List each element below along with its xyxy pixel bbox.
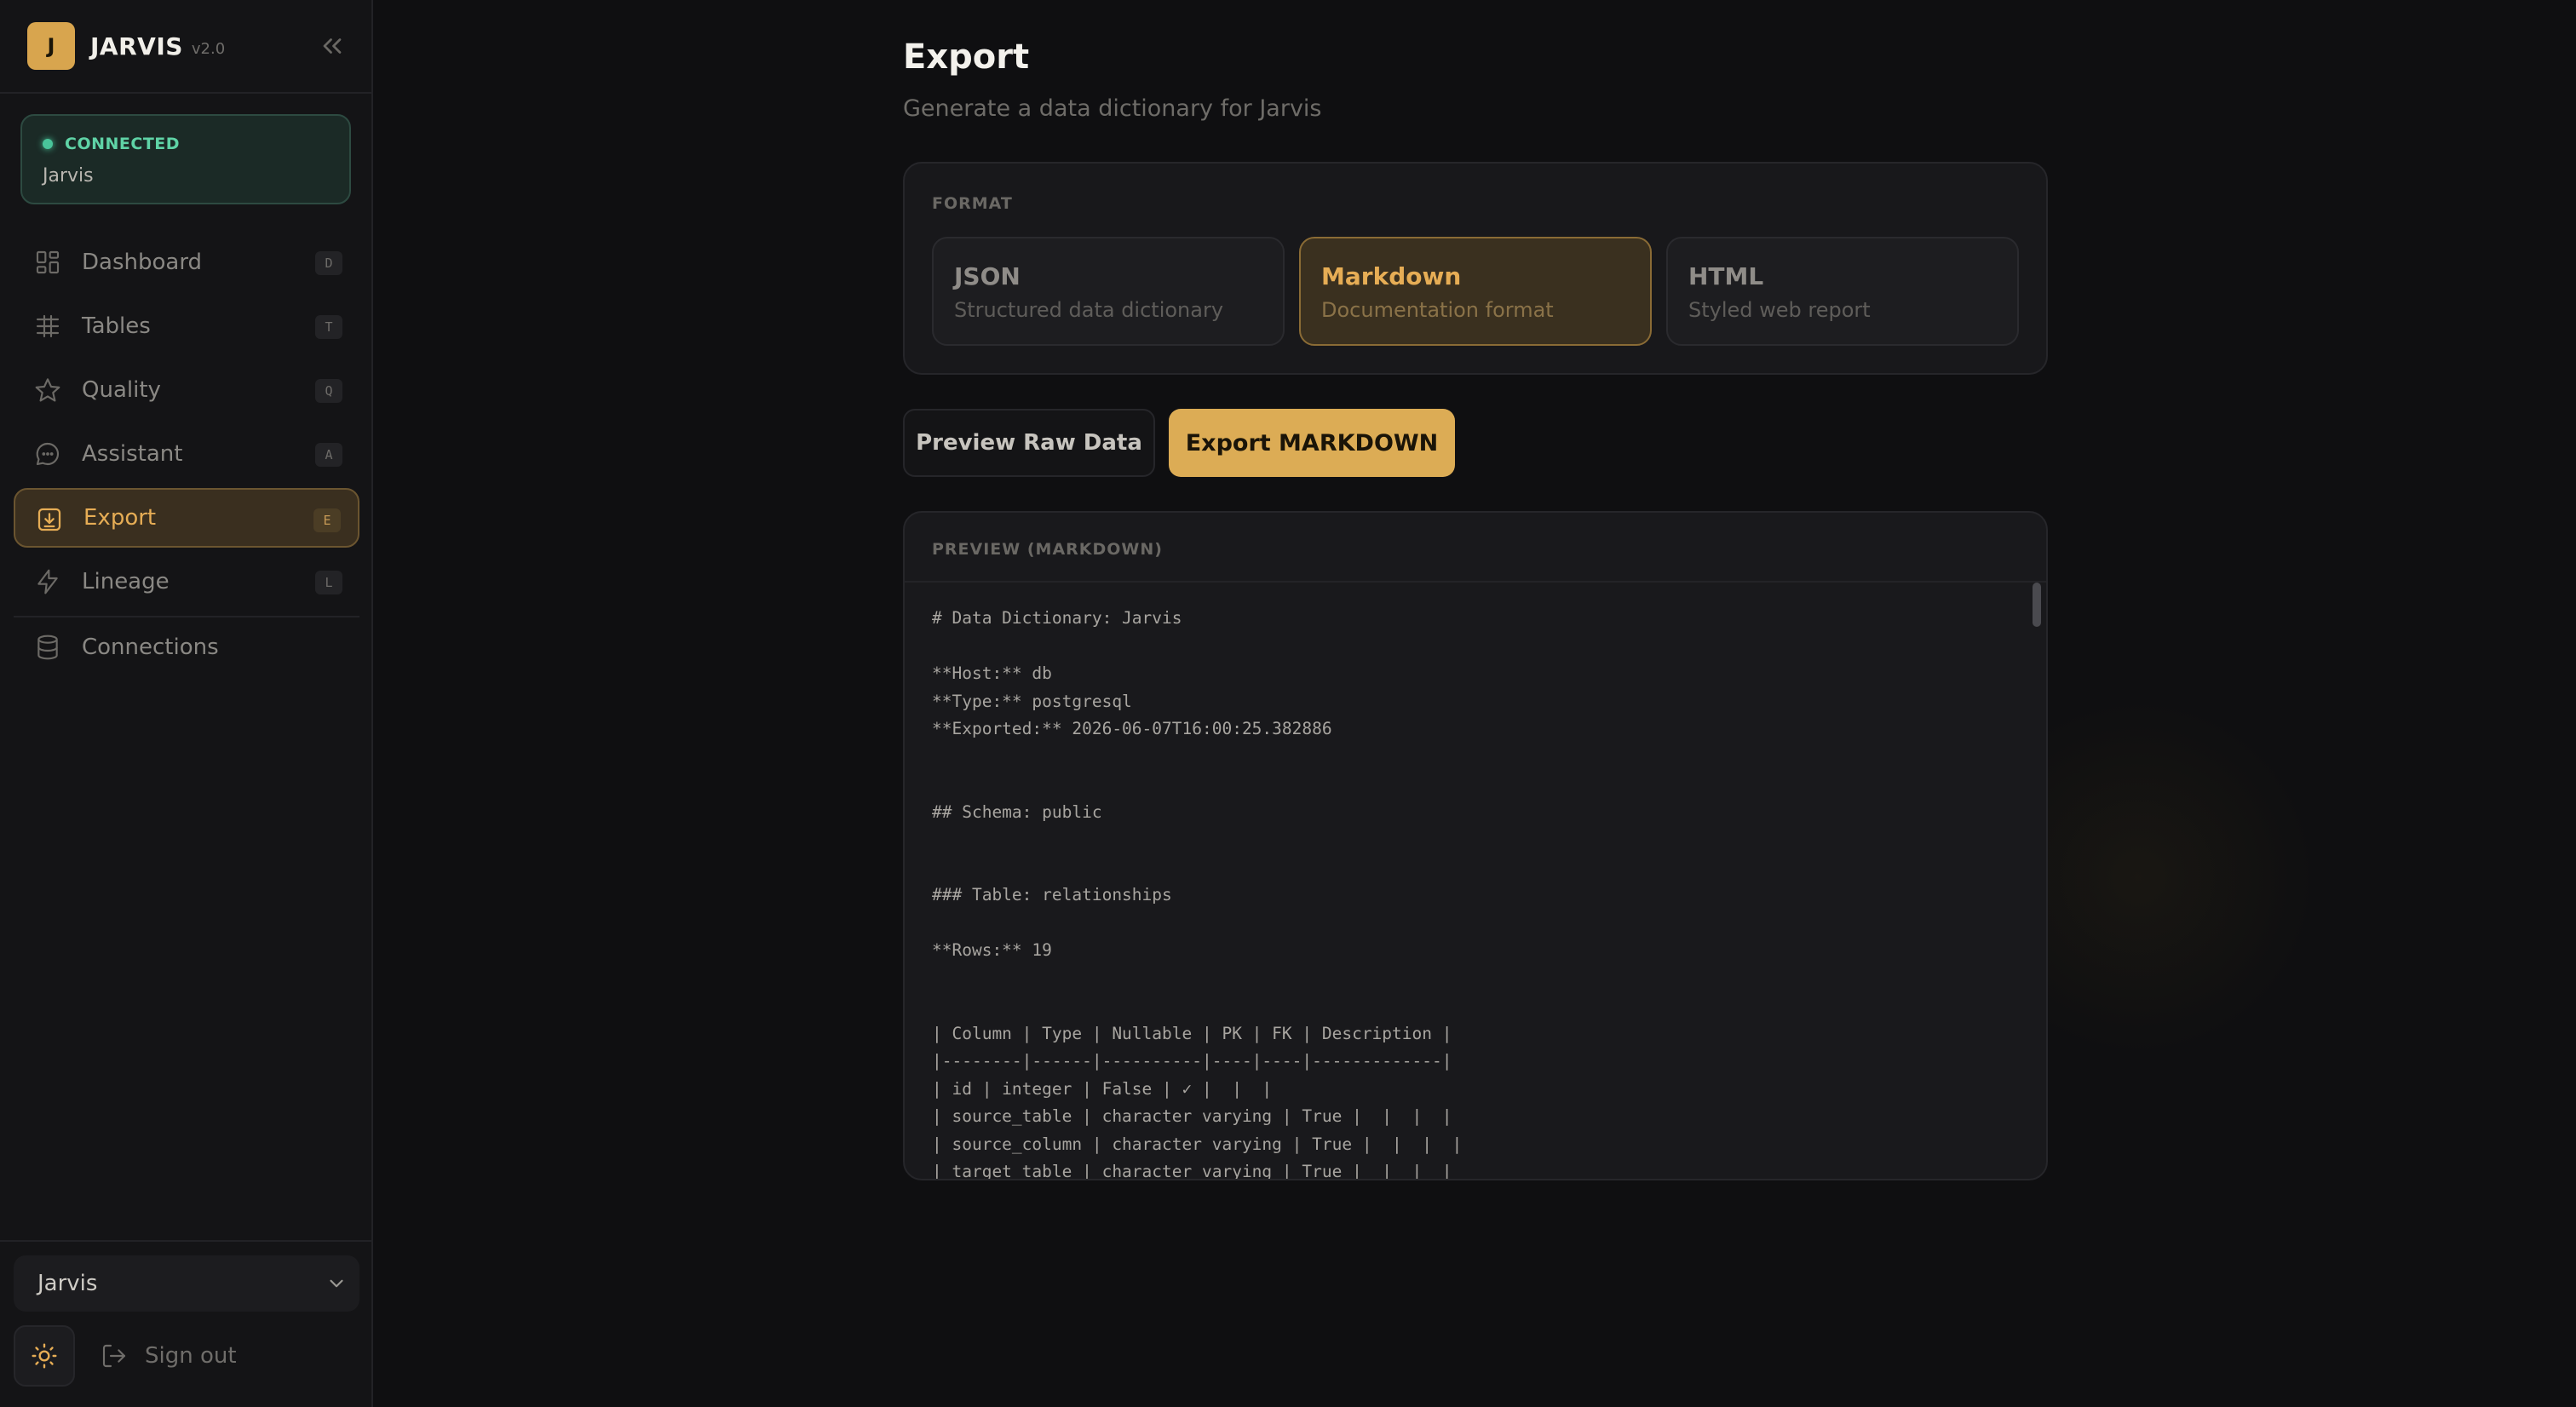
sidebar-item-tables[interactable]: Tables T [14,296,359,356]
dashboard-icon [36,250,60,274]
sidebar-item-label: Assistant [82,441,183,467]
preview-scrollbar[interactable] [2033,583,2041,627]
format-option-html[interactable]: HTML Styled web report [1666,237,2019,346]
shortcut-badge: L [315,571,342,594]
sidebar-divider [0,92,373,94]
preview-divider [905,581,2046,583]
star-icon [35,378,60,402]
database-select[interactable]: Jarvis [14,1255,359,1312]
sign-out-icon [102,1344,126,1368]
page-subtitle: Generate a data dictionary for Jarvis [903,95,1322,122]
sidebar-item-dashboard[interactable]: Dashboard D [14,233,359,292]
app-version: v2.0 [191,39,226,58]
chevron-down-icon [330,1279,343,1288]
export-icon [37,508,61,531]
sidebar-item-label: Dashboard [82,250,203,275]
format-card: FORMAT JSON Structured data dictionary M… [903,162,2048,375]
export-button[interactable]: Export MARKDOWN [1169,409,1455,477]
preview-raw-data-button[interactable]: Preview Raw Data [903,409,1155,477]
connection-status-card: CONNECTED Jarvis [20,114,351,204]
sidebar-item-label: Quality [82,377,161,403]
sidebar-item-label: Connections [82,635,219,660]
format-label: FORMAT [932,194,1013,213]
status-dot-icon [43,139,53,149]
sidebar-item-label: Lineage [82,569,170,594]
format-option-description: Styled web report [1688,298,1871,322]
sidebar-item-assistant[interactable]: Assistant A [14,424,359,484]
format-option-json[interactable]: JSON Structured data dictionary [932,237,1285,346]
format-option-title: HTML [1688,262,1764,290]
table-icon [36,314,60,338]
connection-status: CONNECTED [65,135,181,153]
sidebar-footer-divider [0,1240,373,1242]
lightning-icon [37,569,58,594]
format-option-title: Markdown [1321,262,1462,290]
sidebar: J JARVIS v2.0 CONNECTED Jarvis Dashboard… [0,0,373,1407]
sign-out-label: Sign out [145,1343,237,1369]
brand: J JARVIS v2.0 [27,22,225,70]
chat-bubble-icon [36,442,60,466]
sign-out-button[interactable]: Sign out [101,1341,237,1371]
sidebar-item-connections[interactable]: Connections [14,617,359,677]
shortcut-badge: Q [315,379,342,403]
format-option-description: Structured data dictionary [954,298,1224,322]
app-name: JARVIS [90,32,183,60]
app-logo: J [27,22,75,70]
database-select-value: Jarvis [37,1271,98,1296]
database-icon [37,635,58,660]
connection-name: Jarvis [43,165,94,187]
collapse-sidebar-icon[interactable] [317,31,348,61]
theme-toggle-button[interactable] [14,1325,75,1387]
sidebar-item-label: Tables [82,313,151,339]
sidebar-item-export[interactable]: Export E [14,488,359,548]
preview-label: PREVIEW (MARKDOWN) [932,540,1163,559]
page-title: Export [903,37,1030,77]
format-option-title: JSON [954,262,1021,290]
shortcut-badge: T [315,315,342,339]
sun-icon [32,1343,57,1369]
sidebar-item-label: Export [83,505,157,531]
format-option-description: Documentation format [1321,298,1554,322]
shortcut-badge: D [315,251,342,275]
shortcut-badge: A [315,443,342,467]
preview-card: PREVIEW (MARKDOWN) # Data Dictionary: Ja… [903,511,2048,1180]
sidebar-item-lineage[interactable]: Lineage L [14,552,359,612]
sidebar-item-quality[interactable]: Quality Q [14,360,359,420]
preview-content[interactable]: # Data Dictionary: Jarvis **Host:** db *… [932,605,2005,1179]
format-option-markdown[interactable]: Markdown Documentation format [1299,237,1652,346]
shortcut-badge: E [313,508,341,532]
